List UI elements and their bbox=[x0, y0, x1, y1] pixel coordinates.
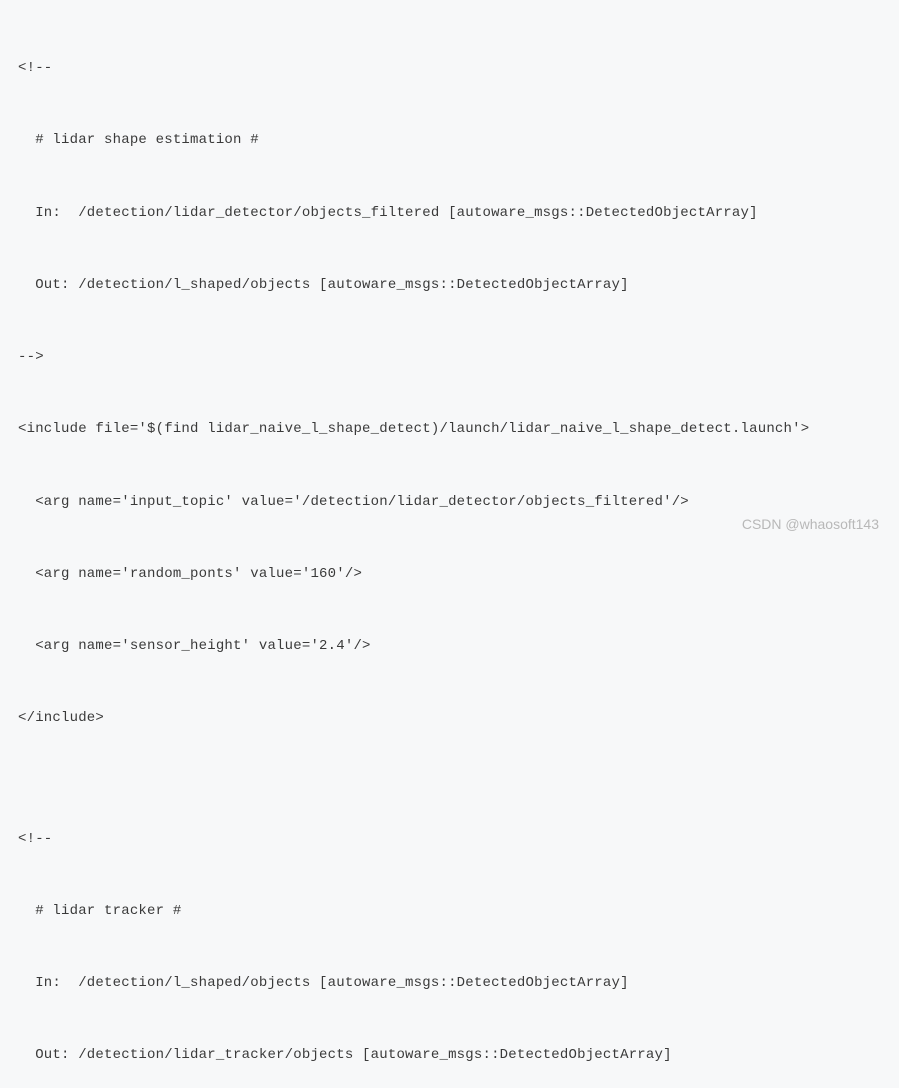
code-line: # lidar tracker # bbox=[18, 899, 881, 923]
code-line: </include> bbox=[18, 706, 881, 730]
code-line: In: /detection/l_shaped/objects [autowar… bbox=[18, 971, 881, 995]
code-line: In: /detection/lidar_detector/objects_fi… bbox=[18, 201, 881, 225]
code-line: <include file='$(find lidar_naive_l_shap… bbox=[18, 417, 881, 441]
code-line: --> bbox=[18, 345, 881, 369]
watermark-text: CSDN @whaosoft143 bbox=[742, 512, 879, 536]
code-line: Out: /detection/lidar_tracker/objects [a… bbox=[18, 1043, 881, 1067]
code-line: <arg name='random_ponts' value='160'/> bbox=[18, 562, 881, 586]
code-line: <arg name='input_topic' value='/detectio… bbox=[18, 490, 881, 514]
code-line: <!-- bbox=[18, 827, 881, 851]
code-line: Out: /detection/l_shaped/objects [autowa… bbox=[18, 273, 881, 297]
code-block: <!-- # lidar shape estimation # In: /det… bbox=[18, 8, 881, 1088]
code-line: <arg name='sensor_height' value='2.4'/> bbox=[18, 634, 881, 658]
code-line: <!-- bbox=[18, 56, 881, 80]
code-line: # lidar shape estimation # bbox=[18, 128, 881, 152]
